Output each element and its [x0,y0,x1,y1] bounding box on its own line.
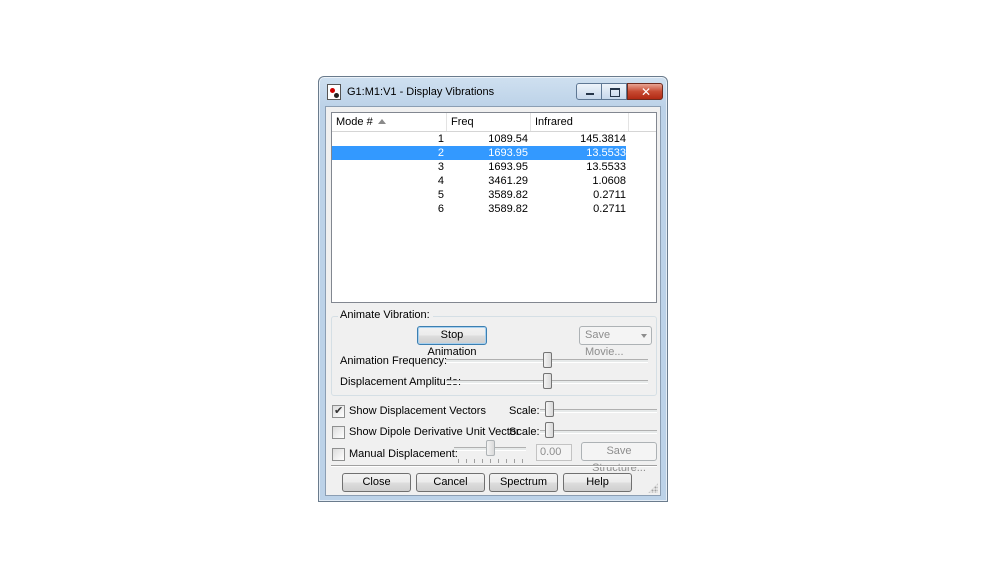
help-button[interactable]: Help [563,473,632,492]
vibration-modes-list[interactable]: Mode # Freq Infrared 1 1089.54 145.3814 2 16… [331,112,657,303]
infrared-cell: 1.0608 [592,175,626,187]
freq-cell: 3589.82 [488,203,528,215]
minimize-button[interactable] [576,83,602,100]
manual-displacement-slider-thumb[interactable] [485,440,495,456]
table-row[interactable]: 3 1693.95 13.5533 [332,160,626,174]
app-icon-black-atom [334,93,339,98]
slider-tick [522,459,523,463]
close-icon: ✕ [641,85,652,99]
save-movie-label: Save Movie... [585,329,624,358]
mode-cell: 5 [437,189,444,201]
table-row[interactable]: 5 3589.82 0.2711 [332,188,626,202]
show-dipole-derivative-label: Show Dipole Derivative Unit Vector [349,426,520,438]
save-structure-label: Save Structure... [592,445,646,474]
infrared-cell: 0.2711 [593,203,626,215]
slider-tick [506,459,507,463]
column-header-label: Freq [451,116,474,128]
slider-tick [498,459,499,463]
slider-tick [458,459,459,463]
close-window-button[interactable]: ✕ [627,83,663,100]
dipole-derivative-scale-label: Scale: [509,426,540,438]
window-title: G1:M1:V1 - Display Vibrations [347,86,495,98]
freq-cell: 3461.29 [488,175,528,187]
freq-cell: 1089.54 [488,133,528,145]
slider-tick [466,459,467,463]
table-row[interactable]: 2 1693.95 13.5533 [332,146,626,160]
column-header-mode[interactable]: Mode # [332,113,447,131]
minimize-icon [586,93,594,95]
displacement-vectors-scale-label: Scale: [509,405,540,417]
dipole-derivative-scale-track[interactable] [540,430,657,434]
animation-frequency-slider-thumb[interactable] [542,352,552,368]
infrared-cell: 145.3814 [580,133,626,145]
bottom-separator [331,465,657,467]
infrared-cell: 13.5533 [586,161,626,173]
freq-cell: 1693.95 [488,161,528,173]
table-row[interactable]: 1 1089.54 145.3814 [332,132,626,146]
stop-animation-button[interactable]: Stop Animation [417,326,487,358]
infrared-cell: 13.5533 [586,147,626,159]
app-icon-red-atom [330,88,335,93]
slider-tick [482,459,483,463]
help-button-label: Help [586,476,609,488]
maximize-button[interactable] [602,83,627,100]
infrared-cell: 0.2711 [593,189,626,201]
save-structure-button[interactable]: Save Structure... [581,442,657,474]
gaussview-app-icon [327,84,341,100]
resize-grip-icon[interactable] [648,483,658,493]
mode-cell: 6 [437,203,444,215]
cancel-button[interactable]: Cancel [416,473,485,492]
displacement-amplitude-slider-thumb[interactable] [542,373,552,389]
column-header-label: Mode # [336,116,373,128]
checkmark-icon: ✔ [334,404,344,417]
mode-cell: 4 [437,175,444,187]
table-row[interactable]: 4 3461.29 1.0608 [332,174,626,188]
manual-displacement-label: Manual Displacement: [349,448,458,460]
close-button-label: Close [362,476,391,488]
displacement-amplitude-label: Displacement Amplitude: [340,376,462,388]
show-displacement-vectors-label: Show Displacement Vectors [349,405,486,417]
freq-cell: 3589.82 [488,189,528,201]
column-header-freq[interactable]: Freq [447,113,531,131]
sort-ascending-icon [378,119,386,124]
list-header: Mode # Freq Infrared [332,113,656,132]
show-dipole-derivative-checkbox[interactable] [332,426,345,439]
slider-tick [514,459,515,463]
mode-cell: 1 [437,133,444,145]
displacement-vectors-scale-thumb[interactable] [545,401,555,417]
column-header-infrared[interactable]: Infrared [531,113,629,131]
dialog-client-area: Mode # Freq Infrared 1 1089.54 145.3814 2 16… [325,106,661,496]
cancel-button-label: Cancel [433,476,468,488]
mode-cell: 3 [437,161,444,173]
spectrum-button-label: Spectrum [499,476,548,488]
title-bar[interactable]: G1:M1:V1 - Display Vibrations ✕ [319,77,667,107]
show-displacement-vectors-checkbox[interactable]: ✔ [332,404,345,418]
animation-frequency-label: Animation Frequency: [340,355,447,367]
dipole-derivative-scale-thumb[interactable] [545,422,555,438]
animate-vibration-group-label: Animate Vibration: [338,309,433,322]
freq-cell: 1693.95 [488,147,528,159]
mode-cell: 2 [437,147,444,159]
chevron-down-icon [641,334,647,338]
maximize-icon [610,88,620,97]
spectrum-button[interactable]: Spectrum [489,473,558,492]
stop-animation-label: Stop Animation [427,329,477,358]
displacement-vectors-scale-track[interactable] [540,409,657,413]
slider-tick [490,459,491,463]
manual-displacement-value-field[interactable]: 0.00 [536,444,572,461]
manual-displacement-value: 0.00 [540,446,562,458]
close-button[interactable]: Close [342,473,411,492]
column-header-label: Infrared [535,116,573,128]
display-vibrations-window: G1:M1:V1 - Display Vibrations ✕ Mode # F… [318,76,668,502]
save-movie-button[interactable]: Save Movie... [579,326,652,358]
table-row[interactable]: 6 3589.82 0.2711 [332,202,626,216]
slider-tick [474,459,475,463]
manual-displacement-checkbox[interactable] [332,448,345,461]
